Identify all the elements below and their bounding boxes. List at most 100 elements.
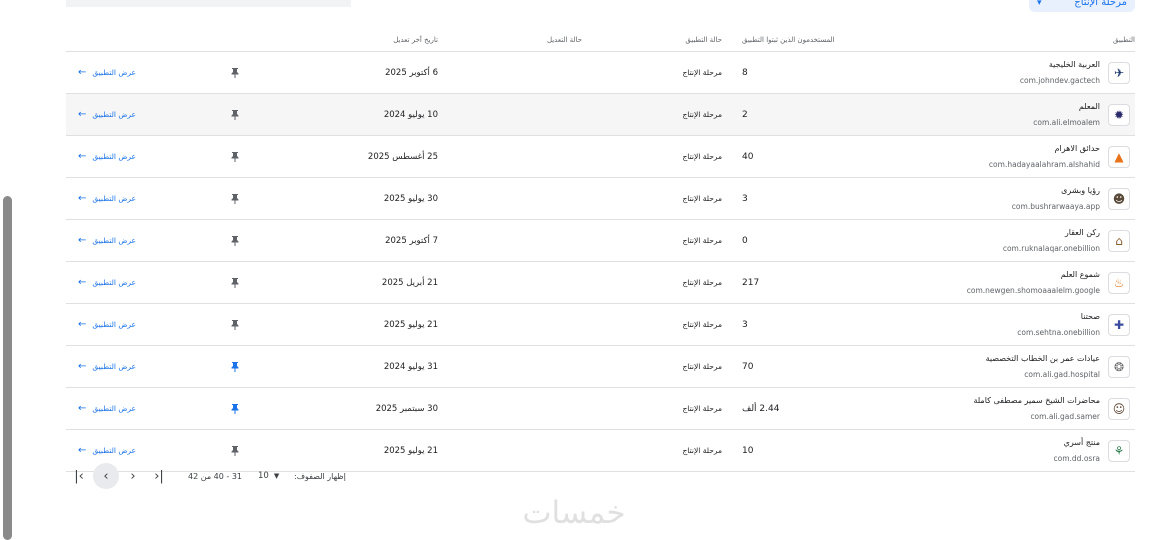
view-app-link[interactable]: ← عرض التطبيق: [78, 151, 136, 162]
users-cell: 70: [742, 346, 862, 387]
pin-icon[interactable]: [231, 319, 239, 330]
last-update-date: 7 أكتوبر 2025: [385, 235, 438, 246]
header-status[interactable]: حالة التطبيق: [626, 29, 722, 51]
table-row[interactable]: حدائق الاهرام com.hadayaalahram.alshahid…: [66, 136, 1135, 178]
last-update-date: 21 أبريل 2025: [381, 277, 438, 288]
rows-per-page-select[interactable]: 10 ▼: [258, 463, 279, 489]
view-app-label: عرض التطبيق: [92, 236, 137, 245]
table-body: العربية الخليجية com.johndev.gactech ✈ 8…: [66, 52, 1135, 472]
table-row[interactable]: شموع العلم com.newgen.shomoaaalelm.googl…: [66, 262, 1135, 304]
top-filter-chip[interactable]: مرحلة الإنتاج ▾: [1029, 0, 1135, 12]
status-cell: مرحلة الإنتاج: [626, 94, 722, 135]
next-page-icon[interactable]: ›: [120, 463, 146, 489]
app-status: مرحلة الإنتاج: [682, 194, 722, 203]
app-status: مرحلة الإنتاج: [682, 362, 722, 371]
last-update-date: 31 يوليو 2024: [383, 361, 438, 372]
view-app-cell: ← عرض التطبيق: [78, 346, 158, 387]
pin-icon[interactable]: [231, 109, 239, 120]
view-app-cell: ← عرض التطبيق: [78, 262, 158, 303]
pin-icon[interactable]: [231, 403, 239, 414]
view-app-link[interactable]: ← عرض التطبيق: [78, 403, 136, 414]
pin-cell: [228, 178, 242, 219]
date-cell: 25 أغسطس 2025: [296, 136, 438, 177]
app-name: العربية الخليجية: [1048, 59, 1100, 69]
table-row[interactable]: ركن العقار com.ruknalaqar.onebillion ⌂ 0…: [66, 220, 1135, 262]
status-cell: مرحلة الإنتاج: [626, 136, 722, 177]
pin-icon[interactable]: [231, 235, 239, 246]
app-name: رؤيا وبشرى: [1061, 185, 1100, 195]
table-row[interactable]: العربية الخليجية com.johndev.gactech ✈ 8…: [66, 52, 1135, 94]
last-page-icon[interactable]: ›|: [146, 463, 172, 489]
app-text: منتج أسري com.dd.osra: [1054, 437, 1100, 465]
pin-cell: [228, 94, 242, 135]
table-row[interactable]: رؤيا وبشرى com.bushrarwaaya.app ☻ 3 مرحل…: [66, 178, 1135, 220]
table-row[interactable]: صحتنا com.sehtna.onebillion ✚ 3 مرحلة ال…: [66, 304, 1135, 346]
view-app-link[interactable]: ← عرض التطبيق: [78, 193, 136, 204]
date-cell: 21 يوليو 2025: [296, 304, 438, 345]
table-row[interactable]: المعلم com.ali.elmoalem ✹ 2 مرحلة الإنتا…: [66, 94, 1135, 136]
app-package: com.ali.gad.hospital: [1024, 369, 1100, 379]
pin-icon[interactable]: [231, 67, 239, 78]
apps-table: التطبيق المستخدمون الذين ثبتوا التطبيق ح…: [66, 29, 1135, 472]
pin-icon[interactable]: [231, 277, 239, 288]
app-text: رؤيا وبشرى com.bushrarwaaya.app: [1012, 185, 1100, 213]
arrow-left-icon: ←: [78, 319, 87, 330]
view-app-cell: ← عرض التطبيق: [78, 220, 158, 261]
view-app-cell: ← عرض التطبيق: [78, 94, 158, 135]
header-update-status[interactable]: حالة التعديل: [516, 29, 582, 51]
app-status: مرحلة الإنتاج: [682, 278, 722, 287]
table-header-row: التطبيق المستخدمون الذين ثبتوا التطبيق ح…: [66, 29, 1135, 52]
view-app-link[interactable]: ← عرض التطبيق: [78, 319, 136, 330]
view-app-link[interactable]: ← عرض التطبيق: [78, 361, 136, 372]
pin-cell: [228, 262, 242, 303]
view-app-link[interactable]: ← عرض التطبيق: [78, 109, 136, 120]
date-cell: 10 يوليو 2024: [296, 94, 438, 135]
arrow-left-icon: ←: [78, 109, 87, 120]
app-name: شموع العلم: [1060, 269, 1100, 279]
page-scrollbar[interactable]: [3, 196, 12, 540]
last-update-date: 21 يوليو 2025: [383, 319, 438, 330]
installed-users: 10: [742, 445, 754, 456]
pin-icon[interactable]: [231, 445, 239, 456]
app-status: مرحلة الإنتاج: [682, 404, 722, 413]
pin-icon[interactable]: [231, 151, 239, 162]
pin-icon[interactable]: [231, 361, 239, 372]
status-cell: مرحلة الإنتاج: [626, 346, 722, 387]
date-cell: 30 سبتمبر 2025: [296, 388, 438, 429]
table-row[interactable]: محاضرات الشيخ سمير مصطفى كاملة com.ali.g…: [66, 388, 1135, 430]
teacher-app-icon: ✹: [1108, 103, 1130, 126]
app-package: com.ali.elmoalem: [1033, 117, 1100, 127]
lectures-app-icon: ☺: [1108, 397, 1130, 420]
view-app-link[interactable]: ← عرض التطبيق: [78, 235, 136, 246]
app-status: مرحلة الإنتاج: [682, 446, 722, 455]
arrow-left-icon: ←: [78, 193, 87, 204]
pin-icon[interactable]: [231, 193, 239, 204]
view-app-cell: ← عرض التطبيق: [78, 136, 158, 177]
view-app-label: عرض التطبيق: [92, 362, 137, 371]
previous-page-icon[interactable]: ‹: [93, 463, 119, 489]
view-app-cell: ← عرض التطبيق: [78, 304, 158, 345]
top-search-box[interactable]: [66, 0, 351, 7]
installed-users: 8: [742, 67, 748, 78]
app-package: com.newgen.shomoaaalelm.google: [966, 285, 1100, 295]
header-users[interactable]: المستخدمون الذين ثبتوا التطبيق: [742, 29, 862, 51]
view-app-label: عرض التطبيق: [92, 68, 137, 77]
header-last-update[interactable]: تاريخ آخر تعديل: [296, 29, 438, 51]
view-app-label: عرض التطبيق: [92, 446, 137, 455]
first-page-icon[interactable]: |‹: [66, 463, 92, 489]
app-package: com.hadayaalahram.alshahid: [988, 159, 1100, 169]
view-app-link[interactable]: ← عرض التطبيق: [78, 67, 136, 78]
pyramids-gardens-app-icon: ▲: [1108, 145, 1130, 168]
users-cell: 40: [742, 136, 862, 177]
view-app-label: عرض التطبيق: [92, 152, 137, 161]
table-row[interactable]: عيادات عمر بن الخطاب التخصصية com.ali.ga…: [66, 346, 1135, 388]
pin-cell: [228, 220, 242, 261]
view-app-link[interactable]: ← عرض التطبيق: [78, 445, 136, 456]
users-cell: 3: [742, 304, 862, 345]
arrow-left-icon: ←: [78, 403, 87, 414]
view-app-link[interactable]: ← عرض التطبيق: [78, 277, 136, 288]
view-app-cell: ← عرض التطبيق: [78, 388, 158, 429]
last-update-date: 30 يوليو 2025: [383, 193, 438, 204]
rows-per-page-value: 10: [258, 471, 269, 481]
arrow-left-icon: ←: [78, 361, 87, 372]
